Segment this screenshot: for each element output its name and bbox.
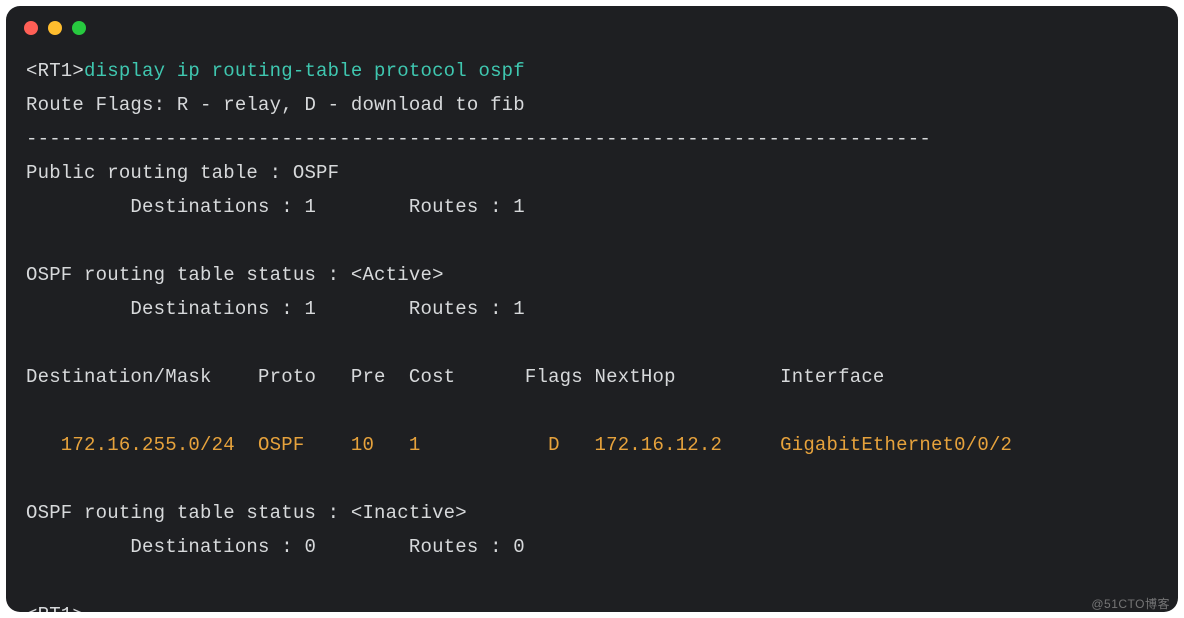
public-table-title: Public routing table : OSPF [26, 162, 339, 184]
public-table-counts: Destinations : 1 Routes : 1 [26, 196, 525, 218]
shell-prompt: <RT1> [26, 60, 84, 82]
minimize-icon[interactable] [48, 21, 62, 35]
route-row: 172.16.255.0/24 OSPF 10 1 D 172.16.12.2 … [26, 434, 1012, 456]
close-icon[interactable] [24, 21, 38, 35]
terminal-output[interactable]: <RT1>display ip routing-table protocol o… [6, 50, 1178, 612]
active-status-counts: Destinations : 1 Routes : 1 [26, 298, 525, 320]
zoom-icon[interactable] [72, 21, 86, 35]
window-titlebar [6, 6, 1178, 50]
terminal-window: <RT1>display ip routing-table protocol o… [6, 6, 1178, 612]
table-header: Destination/Mask Proto Pre Cost Flags Ne… [26, 366, 885, 388]
command-text: display ip routing-table protocol ospf [84, 60, 525, 82]
watermark: @51CTO博客 [1091, 595, 1170, 612]
route-flags-line: Route Flags: R - relay, D - download to … [26, 94, 525, 116]
inactive-status-title: OSPF routing table status : <Inactive> [26, 502, 467, 524]
active-status-title: OSPF routing table status : <Active> [26, 264, 444, 286]
inactive-status-counts: Destinations : 0 Routes : 0 [26, 536, 525, 558]
shell-prompt-end: <RT1> [26, 604, 84, 612]
divider-line: ----------------------------------------… [26, 128, 931, 150]
